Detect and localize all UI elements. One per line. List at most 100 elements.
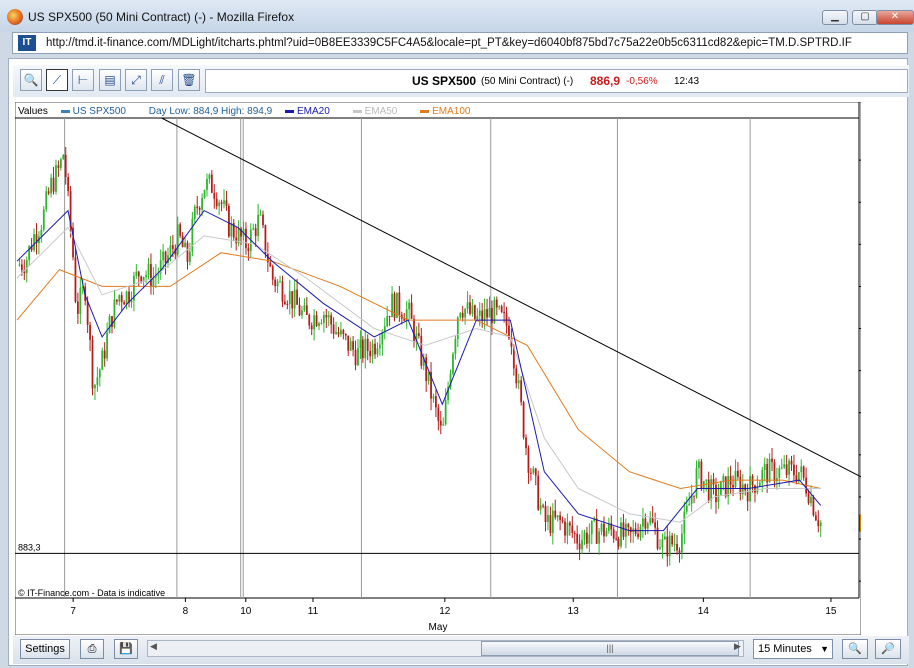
candle-body xyxy=(790,460,793,465)
candle-body xyxy=(522,402,525,438)
legend-ema50-label: EMA50 xyxy=(364,106,398,117)
candle-body xyxy=(724,476,727,497)
candle-body xyxy=(388,316,391,318)
candle-body xyxy=(108,316,111,333)
candle-body xyxy=(478,310,481,316)
x-tick-label: 15 xyxy=(825,606,837,617)
maximize-button[interactable]: ▢ xyxy=(852,10,878,25)
candle-body xyxy=(491,308,493,324)
candle-body xyxy=(576,533,579,544)
candle-body xyxy=(67,177,70,192)
candle-body xyxy=(712,479,715,485)
candle-body xyxy=(588,534,591,544)
x-tick-label: 14 xyxy=(698,606,710,617)
candle-body xyxy=(661,539,664,548)
instrument-price: 886,9 xyxy=(590,74,621,88)
candle-body xyxy=(349,341,352,351)
candle-body xyxy=(125,291,128,305)
candle-body xyxy=(681,533,683,553)
candle-body xyxy=(320,322,323,324)
candle-body xyxy=(325,315,328,318)
legend-ema100-label: EMA100 xyxy=(432,106,471,117)
address-bar[interactable]: IT http://tmd.it-finance.com/MDLight/itc… xyxy=(12,32,908,54)
candle-body xyxy=(357,347,359,366)
minimize-button[interactable]: ▁ xyxy=(822,10,848,25)
candle-body xyxy=(612,529,615,539)
interval-select[interactable]: 15 Minutes ▼ xyxy=(753,639,833,659)
candle-body xyxy=(371,343,374,357)
candle-body xyxy=(218,202,221,207)
candle-body xyxy=(271,266,274,280)
candle-body xyxy=(55,165,57,192)
fibonacci-icon[interactable]: ⤢ xyxy=(125,69,147,91)
price-chart[interactable]: 9309259209159109059008958908858807810111… xyxy=(15,102,861,635)
chevron-down-icon: ▼ xyxy=(820,644,829,654)
candle-body xyxy=(437,407,440,421)
candle-body xyxy=(94,384,96,389)
candle-body xyxy=(534,468,537,476)
candle-body xyxy=(590,520,593,535)
candle-body xyxy=(227,206,230,237)
close-button[interactable]: ✕ xyxy=(876,10,914,25)
candle-body xyxy=(800,466,803,473)
horizontal-line-icon[interactable]: ⊢ xyxy=(72,69,94,91)
candle-body xyxy=(198,208,201,210)
zoom-out-icon[interactable]: 🔍 xyxy=(842,639,868,659)
candle-body xyxy=(262,214,264,226)
candle-body xyxy=(342,330,345,334)
candle-body xyxy=(649,517,652,524)
candle-body xyxy=(269,262,272,267)
legend-series: US SPX500 xyxy=(60,106,136,117)
draw-line-icon[interactable]: ⟋ xyxy=(46,69,68,91)
candle-body xyxy=(259,214,262,216)
candle-body xyxy=(551,510,554,534)
zoom-icon[interactable]: 🔍 xyxy=(20,69,42,91)
scroll-left-icon[interactable]: ◀ xyxy=(150,641,157,652)
candle-body xyxy=(634,528,637,534)
candle-body xyxy=(483,309,486,322)
candle-body xyxy=(727,476,730,497)
url-text[interactable]: http://tmd.it-finance.com/MDLight/itchar… xyxy=(46,37,852,49)
chart-type-icon[interactable]: ▤ xyxy=(99,69,121,91)
candle-body xyxy=(257,214,260,237)
candle-body xyxy=(281,281,284,302)
candle-body xyxy=(208,174,211,179)
scroll-right-icon[interactable]: ▶ xyxy=(734,641,741,652)
candle-body xyxy=(663,536,666,540)
candle-body xyxy=(785,464,788,475)
candle-body xyxy=(452,353,454,374)
candle-body xyxy=(666,536,669,557)
candle-body xyxy=(378,344,381,349)
candle-body xyxy=(288,291,291,305)
candle-body xyxy=(766,464,769,483)
candle-body xyxy=(264,225,267,254)
candle-body xyxy=(47,191,50,194)
candle-body xyxy=(668,535,671,557)
candle-body xyxy=(454,339,457,354)
candle-body xyxy=(773,462,776,482)
candle-body xyxy=(276,281,279,287)
site-identity-icon[interactable]: IT xyxy=(18,35,36,51)
scrollbar-thumb[interactable]: ||| xyxy=(481,641,739,656)
trash-icon[interactable]: 🗑 xyxy=(178,69,200,91)
parallel-lines-icon[interactable]: ⫽ xyxy=(151,69,173,91)
settings-button[interactable]: Settings xyxy=(20,639,70,659)
save-icon[interactable]: 💾 xyxy=(114,639,138,659)
candle-body xyxy=(583,532,586,540)
candle-body xyxy=(778,468,781,479)
candle-body xyxy=(573,532,576,534)
candle-body xyxy=(710,479,713,501)
candle-body xyxy=(120,295,123,303)
candle-body xyxy=(581,539,583,550)
candle-body xyxy=(444,399,447,425)
candle-body xyxy=(603,523,605,537)
candle-body xyxy=(74,257,77,302)
candle-body xyxy=(347,335,350,351)
zoom-in-icon[interactable]: 🔎 xyxy=(875,639,901,659)
candle-body xyxy=(206,178,208,190)
candle-body xyxy=(637,533,639,537)
candle-body xyxy=(547,515,549,522)
interval-value: 15 Minutes xyxy=(758,643,812,655)
print-icon[interactable]: ⎙ xyxy=(80,639,104,659)
candle-body xyxy=(18,264,21,266)
